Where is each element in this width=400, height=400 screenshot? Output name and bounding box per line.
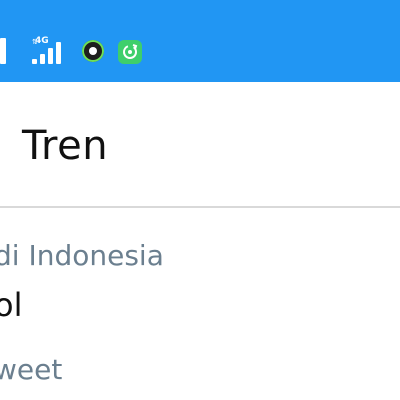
trend-location: di Indonesia <box>0 239 164 272</box>
screen: ⇅ 4G Tren di Indonesia ol weet <box>0 0 400 400</box>
notification-app-icon <box>82 40 104 62</box>
network-4g-icon: ⇅ 4G <box>18 36 68 66</box>
status-bar: ⇅ 4G <box>0 0 400 82</box>
trend-name[interactable]: ol <box>0 285 22 325</box>
divider <box>0 206 400 208</box>
signal-icon <box>0 38 6 64</box>
trend-tweet-count: weet <box>0 353 63 386</box>
sync-app-icon <box>118 40 142 64</box>
signal-bars <box>30 40 70 64</box>
page-title: Tren <box>22 123 109 169</box>
